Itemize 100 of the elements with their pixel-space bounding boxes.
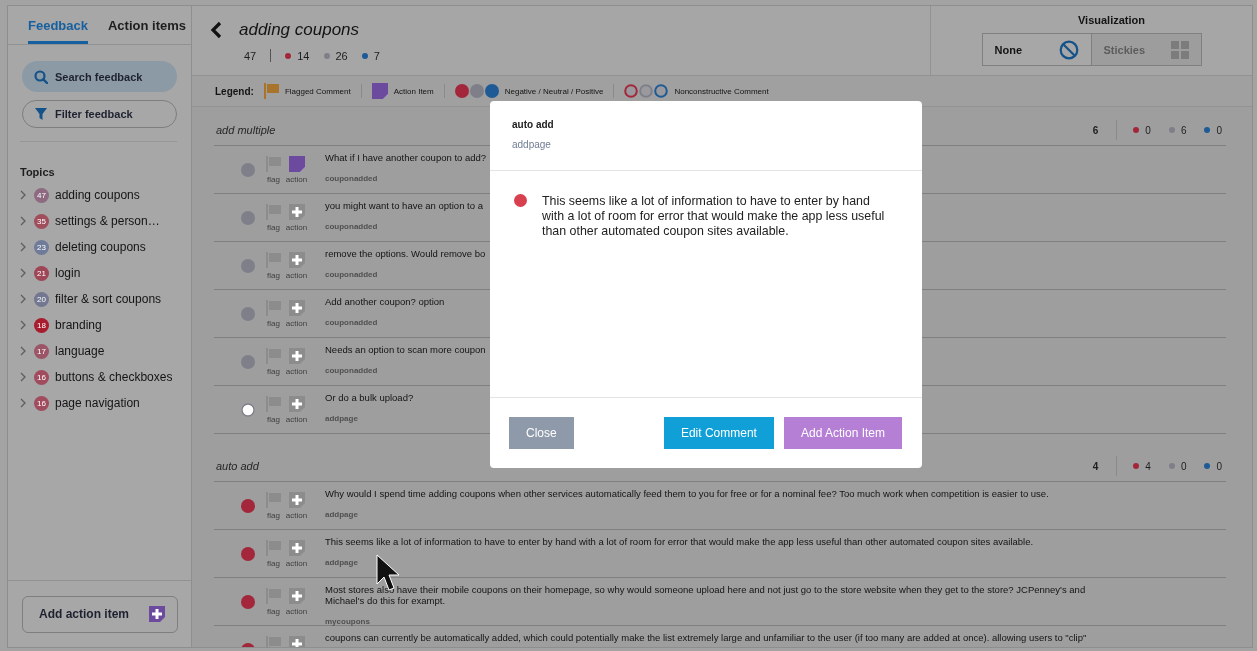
comment-text: you might want to have an option to a (325, 200, 483, 211)
legend-text: Flagged Comment (284, 86, 351, 96)
count-badge: 47 (34, 187, 49, 203)
count-badge: 16 (34, 395, 49, 411)
ban-icon (1058, 39, 1079, 60)
page-tag: addpage (325, 558, 1034, 567)
add-note-icon[interactable] (288, 204, 305, 220)
chevron-right-icon (20, 190, 26, 200)
add-note-icon[interactable] (288, 540, 305, 556)
chevron-right-icon (20, 346, 26, 356)
legend-text: Negative / Neutral / Positive (504, 86, 604, 96)
comment-text: Add another coupon? option (325, 296, 445, 307)
comment-text: Most stores also have their mobile coupons on their homepage, so why would someone upload here and not just go to the store website when they get to the store? JCPenney's and Michael's do this for exampt. (325, 584, 1087, 606)
chevron-right-icon (20, 398, 26, 408)
flag-label: flag (267, 319, 280, 328)
topic-item[interactable]: settings & person… (55, 214, 160, 228)
count-badge: 23 (34, 239, 49, 255)
add-note-icon[interactable] (288, 396, 305, 412)
topic-item[interactable]: branding (55, 318, 102, 332)
page-title: adding coupons (239, 20, 360, 40)
flag-label: flag (267, 367, 280, 376)
flag-label: flag (267, 559, 280, 568)
ring-dots-icon (624, 84, 669, 98)
action-label: action (285, 415, 308, 424)
total-count: 4 (1092, 460, 1099, 472)
count-badge: 35 (34, 213, 49, 229)
action-label: action (285, 559, 308, 568)
add-note-icon[interactable] (288, 300, 305, 316)
topic-item[interactable]: page navigation (55, 396, 140, 410)
sentiment-count: 0 (1216, 460, 1222, 472)
page-tag: couponadded (325, 318, 445, 327)
count-badge: 16 (34, 369, 49, 385)
action-label: action (285, 607, 308, 616)
add-note-icon[interactable] (288, 636, 305, 647)
add-note-icon[interactable] (288, 348, 305, 364)
add-note-icon[interactable] (288, 252, 305, 268)
filter-icon (35, 108, 47, 120)
add-note-icon (149, 606, 165, 622)
group-title: auto add (215, 460, 259, 472)
back-icon[interactable] (210, 21, 222, 39)
page-tag: addpage (325, 510, 1049, 519)
sentiment-count: 0 (1216, 124, 1222, 136)
action-label: action (285, 175, 308, 184)
chevron-right-icon (20, 320, 26, 330)
topic-item[interactable]: adding coupons (55, 188, 140, 202)
search-button[interactable]: Search feedback (22, 61, 177, 92)
count-badge: 18 (34, 317, 49, 333)
flag-icon (263, 83, 279, 99)
sentiment-count: 0 (1180, 460, 1187, 472)
flag-label: flag (267, 415, 280, 424)
dialog-subtitle: addpage (512, 139, 552, 150)
comment-text: What if I have another coupon to add? (325, 152, 487, 163)
action-label: action (285, 223, 308, 232)
sentiment-count: 26 (335, 49, 348, 62)
legend-text: Nonconstructive Comment (674, 86, 769, 96)
count-badge: 21 (34, 265, 49, 281)
comment-text: Why would I spend time adding coupons when other services automatically feed them to you for free or for a nominal fee? Too much work when competition is easier to use. (325, 488, 1049, 499)
comment-text: coupons can currently be automatically added, which could potentially make the list extremely large and unfamiliar to the user (if too many are added at once). allowing users to "clip" (325, 632, 1087, 643)
page-tag: couponadded (325, 270, 486, 279)
topic-item[interactable]: buttons & checkboxes (55, 370, 173, 384)
search-icon (34, 69, 48, 84)
topic-item[interactable]: login (55, 266, 81, 280)
flag-label: flag (267, 271, 280, 280)
topic-item[interactable]: language (55, 344, 105, 358)
add-action-item-button[interactable]: Add action item (22, 595, 178, 633)
sentiment-dots-icon (454, 84, 499, 98)
comment-text: Needs an option to scan more coupon (325, 344, 486, 355)
count-badge: 17 (34, 343, 49, 359)
page-tag: addpage (325, 414, 414, 423)
legend-label: Legend: (215, 85, 254, 97)
sentiment-count: 0 (1145, 124, 1151, 136)
sentiment-count: 14 (297, 49, 310, 62)
comment-text: remove the options. Would remove bo (325, 248, 486, 259)
action-label: action (285, 511, 308, 520)
action-label: action (285, 319, 308, 328)
chevron-right-icon (20, 372, 26, 382)
topic-item[interactable]: filter & sort coupons (55, 292, 162, 306)
add-note-icon[interactable] (288, 492, 305, 508)
page-tag: couponadded (325, 174, 487, 183)
add-note-icon[interactable] (288, 588, 305, 604)
topics-heading: Topics (20, 166, 56, 178)
page-tag: couponadded (325, 366, 486, 375)
group-title: add multiple (215, 124, 276, 136)
note-icon[interactable] (288, 156, 305, 172)
sentiment-count: 4 (1145, 460, 1151, 472)
flag-label: flag (267, 175, 280, 184)
total-count: 47 (244, 49, 257, 62)
comment-text: Or do a bulk upload? (325, 392, 414, 403)
grid-icon (1170, 40, 1189, 59)
flag-label: flag (267, 607, 280, 616)
chevron-right-icon (20, 294, 26, 304)
note-icon (371, 83, 388, 99)
flag-label: flag (267, 511, 280, 520)
legend-text: Action Item (393, 86, 434, 96)
sentiment-count: 6 (1180, 124, 1187, 136)
sidebar-tab[interactable]: Action items (108, 6, 186, 44)
filter-button[interactable]: Filter feedback (22, 100, 177, 128)
action-label: action (285, 271, 308, 280)
topic-item[interactable]: deleting coupons (55, 240, 146, 254)
count-badge: 20 (34, 291, 49, 307)
